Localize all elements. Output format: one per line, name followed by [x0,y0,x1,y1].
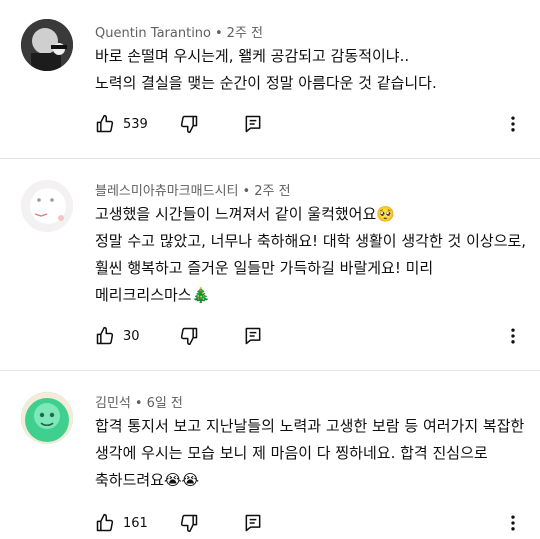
comment-line: 정말 수고 많았고, 너무나 축하해요! 대학 생활이 생각한 것 이상으로, [95,232,527,250]
comment-line: 노력의 결실을 맺는 순간이 정말 아름다운 것 같습니다. [95,74,437,92]
thumb-up-icon [96,114,114,133]
comment-line: 훨씬 행복하고 즐거운 일들만 가득하길 바랄게요! 미리 [95,259,434,277]
comment-text: 고생했을 시간들이 느껴져서 같이 울컥했어요🥺 정말 수고 많았고, 너무나 … [95,201,527,309]
avatar[interactable] [21,19,73,71]
avatar[interactable] [21,180,73,232]
dislike-button[interactable] [179,324,199,348]
like-button[interactable]: 539 [95,112,148,136]
author-name[interactable]: 김민석 [95,396,131,411]
reply-icon [245,327,261,345]
comment-meta: 블레스미아츄마크매드시티 • 2주 전 [95,184,291,199]
reply-icon [245,115,261,133]
comment-text: 합격 통지서 보고 지난날들의 노력과 고생한 보람 등 여러가지 복잡한 생각… [95,413,525,494]
comment-actions: 539 [95,112,525,136]
like-count: 539 [123,116,148,132]
like-button[interactable]: 30 [95,324,140,348]
comment-text: 바로 손떨며 우시는게, 왤케 공감되고 감동적이냐.. 노력의 결실을 맺는 … [95,43,522,97]
comment-meta: 김민석 • 6일 전 [95,396,183,411]
comment-line: 바로 손떨며 우시는게, 왤케 공감되고 감동적이냐.. [95,47,410,65]
comment-line: 메리크리스마스🎄 [95,286,211,304]
reply-button[interactable] [243,324,263,348]
comment-meta: Quentin Tarantino • 2주 전 [95,26,263,41]
like-count: 161 [123,515,148,531]
timestamp[interactable]: 2주 전 [227,26,263,41]
more-vert-icon [511,515,515,531]
more-button[interactable] [503,511,523,535]
comment-divider [0,370,540,371]
more-vert-icon [511,328,515,344]
timestamp[interactable]: 2주 전 [254,184,290,199]
reply-button[interactable] [243,511,263,535]
comment-actions: 30 [95,324,525,348]
like-count: 30 [123,328,140,344]
comment-line: 생각에 우시는 모습 보니 제 마음이 다 찡하네요. 합격 진심으로 [95,444,488,462]
thumb-down-icon [180,514,198,533]
author-name[interactable]: 블레스미아츄마크매드시티 [95,184,239,199]
more-button[interactable] [503,112,523,136]
thumb-up-icon [96,326,114,345]
thumb-down-icon [180,115,198,134]
avatar[interactable] [21,392,73,444]
dislike-button[interactable] [179,511,199,535]
reply-icon [245,514,261,532]
thumb-up-icon [96,513,114,532]
like-button[interactable]: 161 [95,511,148,535]
timestamp[interactable]: 6일 전 [147,396,183,411]
reply-button[interactable] [243,112,263,136]
author-name[interactable]: Quentin Tarantino [95,26,211,41]
thumb-down-icon [180,327,198,346]
comment-line: 고생했을 시간들이 느껴져서 같이 울컥했어요🥺 [95,205,395,223]
more-vert-icon [511,116,515,132]
more-button[interactable] [503,324,523,348]
comment-actions: 161 [95,511,525,535]
comment-divider [0,158,540,159]
dislike-button[interactable] [179,112,199,136]
comment-line: 축하드려요😭😭 [95,471,200,489]
comment-line: 합격 통지서 보고 지난날들의 노력과 고생한 보람 등 여러가지 복잡한 [95,417,525,435]
